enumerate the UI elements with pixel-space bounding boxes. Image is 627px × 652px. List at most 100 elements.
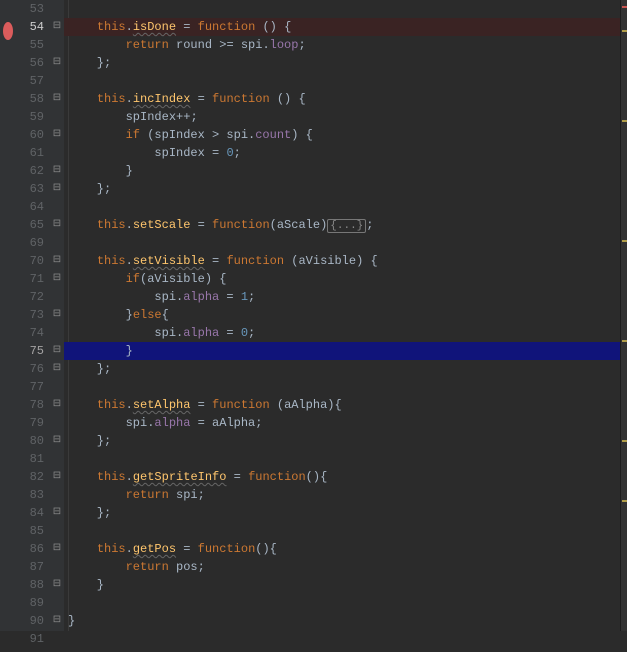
breakpoint-slot[interactable]	[0, 598, 16, 616]
breakpoint-slot[interactable]	[0, 40, 16, 58]
breakpoint-slot[interactable]	[0, 616, 16, 634]
code-line[interactable]: }	[68, 576, 104, 594]
breakpoint-slot[interactable]	[0, 0, 16, 18]
breakpoint-slot[interactable]	[0, 184, 16, 202]
code-line[interactable]: }	[68, 342, 133, 360]
code-line[interactable]: return round >= spi.loop;	[68, 36, 306, 54]
breakpoint-slot[interactable]	[0, 112, 16, 130]
breakpoint-slot[interactable]	[0, 472, 16, 490]
breakpoint-slot[interactable]	[0, 292, 16, 310]
error-stripe-error[interactable]	[622, 6, 627, 8]
fold-open-icon[interactable]: ⊟	[50, 306, 64, 324]
breakpoint-slot[interactable]	[0, 274, 16, 292]
code-line[interactable]: this.getPos = function(){	[68, 540, 277, 558]
breakpoint-slot[interactable]	[0, 166, 16, 184]
fold-close-icon[interactable]: ⊟	[50, 342, 64, 360]
code-line[interactable]: this.setVisible = function (aVisible) {	[68, 252, 378, 270]
code-editor[interactable]: 5354555657585960616263646569707172737475…	[0, 0, 627, 631]
fold-close-icon[interactable]: ⊟	[50, 576, 64, 594]
breakpoint-slot[interactable]	[0, 22, 16, 40]
code-line[interactable]: spi.alpha = 0;	[68, 324, 255, 342]
code-line[interactable]: this.setScale = function(aScale){...};	[68, 216, 374, 234]
breakpoint-slot[interactable]	[0, 148, 16, 166]
breakpoint-slot[interactable]	[0, 382, 16, 400]
fold-close-icon[interactable]: ⊟	[50, 504, 64, 522]
code-line[interactable]: this.setAlpha = function (aAlpha){	[68, 396, 342, 414]
breakpoint-slot[interactable]	[0, 256, 16, 274]
fold-close-icon[interactable]: ⊟	[50, 612, 64, 630]
line-number: 82	[16, 468, 44, 486]
breakpoint-slot[interactable]	[0, 94, 16, 112]
breakpoint-slot[interactable]	[0, 562, 16, 580]
breakpoint-slot[interactable]	[0, 418, 16, 436]
code-line[interactable]: this.isDone = function () {	[68, 18, 291, 36]
breakpoint-slot[interactable]	[0, 76, 16, 94]
code-line[interactable]: this.incIndex = function () {	[68, 90, 306, 108]
breakpoint-slot[interactable]	[0, 202, 16, 220]
breakpoint-slot[interactable]	[0, 544, 16, 562]
code-line[interactable]: spi.alpha = 1;	[68, 288, 255, 306]
breakpoint-slot[interactable]	[0, 328, 16, 346]
breakpoint-gutter[interactable]	[0, 0, 16, 631]
fold-open-icon[interactable]: ⊟	[50, 270, 64, 288]
fold-open-icon[interactable]: ⊟	[50, 540, 64, 558]
breakpoint-slot[interactable]	[0, 508, 16, 526]
fold-open-icon[interactable]: ⊟	[50, 468, 64, 486]
code-line[interactable]: spIndex++;	[68, 108, 198, 126]
code-area[interactable]: this.isDone = function () { return round…	[64, 0, 620, 631]
code-line[interactable]: }	[68, 162, 133, 180]
code-line[interactable]: };	[68, 432, 111, 450]
folded-region[interactable]: {...}	[327, 219, 366, 233]
code-line[interactable]: };	[68, 360, 111, 378]
code-line[interactable]: this.getSpriteInfo = function(){	[68, 468, 327, 486]
breakpoint-slot[interactable]	[0, 490, 16, 508]
code-line[interactable]: }	[68, 612, 75, 630]
error-stripe-warning[interactable]	[622, 30, 627, 32]
error-stripe-warning[interactable]	[622, 240, 627, 242]
breakpoint-slot[interactable]	[0, 400, 16, 418]
fold-close-icon[interactable]: ⊟	[50, 432, 64, 450]
fold-open-icon[interactable]: ⊟	[50, 396, 64, 414]
fold-close-icon[interactable]: ⊟	[50, 162, 64, 180]
error-stripe-warning[interactable]	[622, 500, 627, 502]
error-stripe-warning[interactable]	[622, 340, 627, 342]
error-stripe-warning[interactable]	[622, 120, 627, 122]
breakpoint-slot[interactable]	[0, 238, 16, 256]
code-line[interactable]: if(aVisible) {	[68, 270, 226, 288]
breakpoint-slot[interactable]	[0, 130, 16, 148]
error-stripe[interactable]	[620, 0, 627, 631]
code-line[interactable]: };	[68, 504, 111, 522]
breakpoint-slot[interactable]	[0, 310, 16, 328]
code-line[interactable]: return pos;	[68, 558, 205, 576]
breakpoint-slot[interactable]	[0, 220, 16, 238]
breakpoint-slot[interactable]	[0, 580, 16, 598]
code-line[interactable]: spIndex = 0;	[68, 144, 241, 162]
fold-gutter[interactable]: ⊟⊟⊟⊟⊟⊟⊟⊟⊟⊟⊟⊟⊟⊟⊟⊟⊟⊟⊟	[50, 0, 64, 631]
breakpoint-slot[interactable]	[0, 526, 16, 544]
fold-open-icon[interactable]: ⊟	[50, 18, 64, 36]
line-number: 53	[16, 0, 44, 18]
fold-close-icon[interactable]: ⊟	[50, 180, 64, 198]
error-stripe-warning[interactable]	[622, 440, 627, 442]
line-number: 90	[16, 612, 44, 630]
breakpoint-slot[interactable]	[0, 634, 16, 652]
breakpoint-slot[interactable]	[0, 346, 16, 364]
code-line[interactable]: };	[68, 54, 111, 72]
fold-open-icon[interactable]: ⊟	[50, 126, 64, 144]
fold-close-icon[interactable]: ⊟	[50, 360, 64, 378]
fold-none	[50, 0, 64, 18]
breakpoint-icon[interactable]	[3, 22, 13, 40]
fold-open-icon[interactable]: ⊟	[50, 216, 64, 234]
breakpoint-slot[interactable]	[0, 58, 16, 76]
code-line[interactable]: return spi;	[68, 486, 205, 504]
code-line[interactable]: spi.alpha = aAlpha;	[68, 414, 262, 432]
code-line[interactable]: };	[68, 180, 111, 198]
code-line[interactable]: }else{	[68, 306, 169, 324]
fold-open-icon[interactable]: ⊟	[50, 252, 64, 270]
fold-open-icon[interactable]: ⊟	[50, 90, 64, 108]
fold-close-icon[interactable]: ⊟	[50, 54, 64, 72]
breakpoint-slot[interactable]	[0, 454, 16, 472]
code-line[interactable]: if (spIndex > spi.count) {	[68, 126, 313, 144]
breakpoint-slot[interactable]	[0, 436, 16, 454]
breakpoint-slot[interactable]	[0, 364, 16, 382]
